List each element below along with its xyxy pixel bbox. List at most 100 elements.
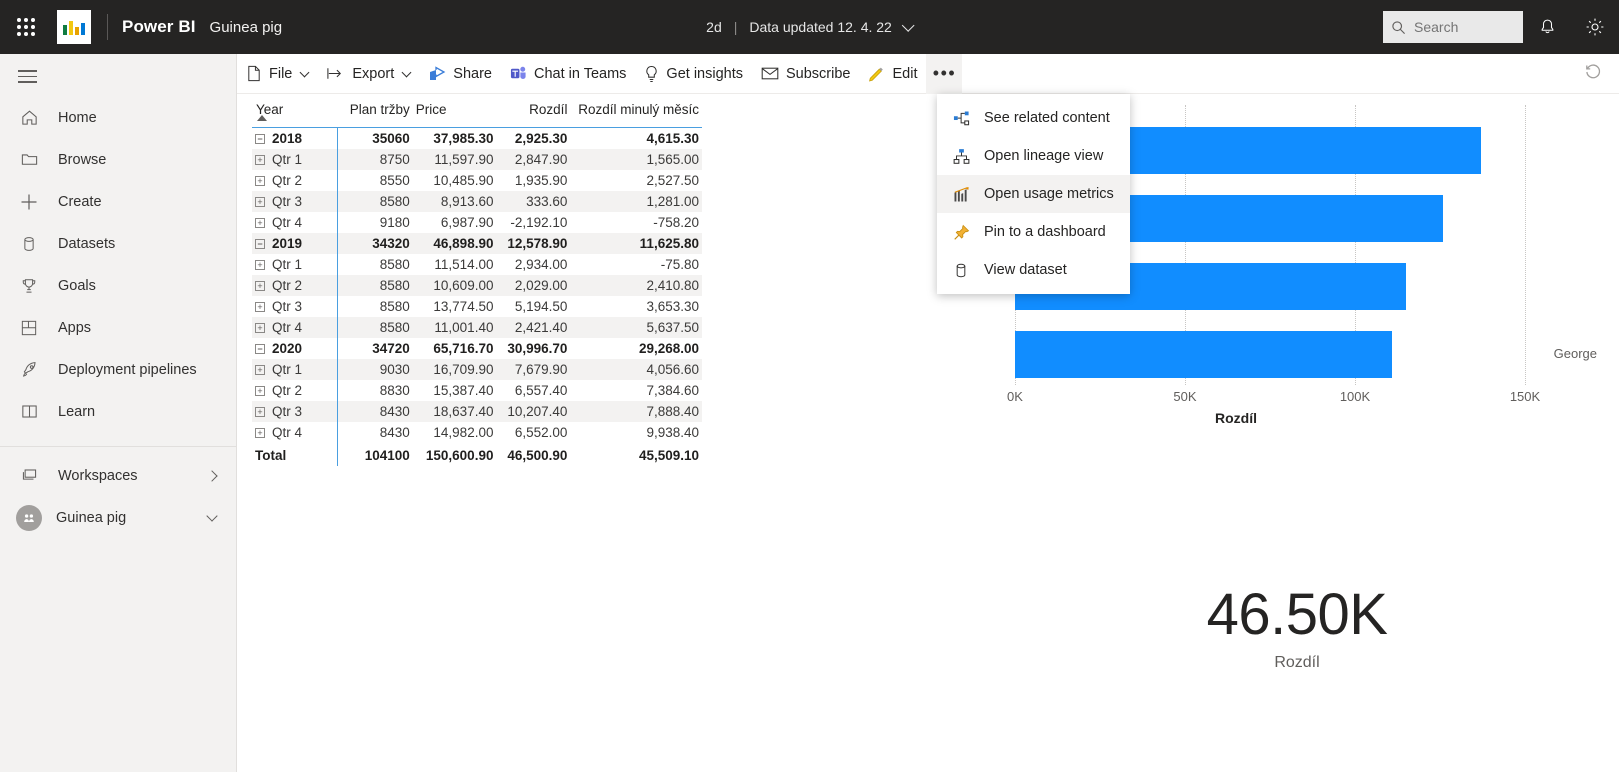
edit-button[interactable]: Edit (859, 54, 926, 94)
table-row[interactable]: + Qtr 3 8430 18,637.40 10,207.40 7,888.40 (252, 401, 702, 422)
table-row[interactable]: + Qtr 2 8550 10,485.90 1,935.90 2,527.50 (252, 170, 702, 191)
sidebar-item-deployment-pipelines[interactable]: Deployment pipelines (0, 349, 236, 391)
cell-year[interactable]: + Qtr 1 (252, 149, 339, 170)
expand-icon[interactable]: + (255, 428, 265, 438)
column-header-plan-trzby[interactable]: Plan tržby (337, 100, 413, 128)
x-axis-tick-label: 150K (1509, 389, 1541, 404)
divider-text: | (733, 19, 738, 35)
cell-year[interactable]: + Qtr 1 (252, 254, 339, 275)
menu-item-view-dataset[interactable]: View dataset (937, 251, 1130, 289)
cell-year[interactable]: + Qtr 1 (252, 359, 339, 380)
table-row[interactable]: −2020 34720 65,716.70 30,996.70 29,268.00 (252, 338, 702, 359)
subscribe-button[interactable]: Subscribe (752, 54, 859, 94)
table-row[interactable]: + Qtr 1 8580 11,514.00 2,934.00 -75.80 (252, 254, 702, 275)
cell-year[interactable]: + Qtr 2 (252, 170, 339, 191)
sidebar-item-workspaces[interactable]: Workspaces (0, 455, 236, 497)
cell-rozdil: 333.60 (496, 191, 571, 212)
search-box[interactable] (1383, 11, 1523, 43)
sidebar-item-current-workspace[interactable]: Guinea pig (0, 497, 236, 539)
menu-item-pin-to-a-dashboard[interactable]: Pin to a dashboard (937, 213, 1130, 251)
row-label: Total (255, 448, 287, 463)
table-row[interactable]: + Qtr 4 8580 11,001.40 2,421.40 5,637.50 (252, 317, 702, 338)
sidebar-item-create[interactable]: Create (0, 181, 236, 223)
chat-in-teams-button[interactable]: Chat in Teams (501, 54, 635, 94)
expand-icon[interactable]: + (255, 260, 265, 270)
chevron-right-icon[interactable] (206, 469, 218, 482)
table-row[interactable]: + Qtr 3 8580 13,774.50 5,194.50 3,653.30 (252, 296, 702, 317)
reset-view-icon[interactable] (1583, 61, 1603, 86)
menu-item-open-lineage-view[interactable]: Open lineage view (937, 137, 1130, 175)
table-row[interactable]: + Qtr 3 8580 8,913.60 333.60 1,281.00 (252, 191, 702, 212)
settings-gear-icon[interactable] (1571, 0, 1619, 54)
table-row[interactable]: −2019 34320 46,898.90 12,578.90 11,625.80 (252, 233, 702, 254)
column-header-price[interactable]: Price (412, 100, 497, 128)
column-header-rozdil-minuly-mesic[interactable]: Rozdíl minulý měsíc (570, 100, 702, 128)
cell-rozdil-minuly-mesic: 3,653.30 (646, 299, 699, 314)
cell-year[interactable]: −2020 (252, 338, 339, 359)
chevron-down-icon[interactable] (206, 509, 218, 522)
kpi-card-visual[interactable]: 46.50K Rozdíl (1097, 584, 1497, 672)
expand-icon[interactable]: + (255, 323, 265, 333)
cell-year[interactable]: + Qtr 4 (252, 212, 339, 233)
expand-icon[interactable]: + (255, 365, 265, 375)
hamburger-menu-icon[interactable] (0, 54, 236, 97)
matrix-visual[interactable]: Year Plan tržby Price Rozdíl Rozdíl minu… (252, 100, 702, 466)
export-label: Export (352, 65, 395, 82)
cell-year[interactable]: + Qtr 2 (252, 275, 339, 296)
notifications-bell-icon[interactable] (1523, 0, 1571, 54)
table-row[interactable]: + Qtr 1 8750 11,597.90 2,847.90 1,565.00 (252, 149, 702, 170)
cell-year[interactable]: + Qtr 2 (252, 380, 339, 401)
table-row[interactable]: + Qtr 4 8430 14,982.00 6,552.00 9,938.40 (252, 422, 702, 443)
expand-icon[interactable]: + (255, 197, 265, 207)
expand-icon[interactable]: + (255, 218, 265, 228)
data-refresh-info[interactable]: 2d | Data updated 12. 4. 22 (706, 18, 915, 35)
table-row[interactable]: + Qtr 2 8830 15,387.40 6,557.40 7,384.60 (252, 380, 702, 401)
cell-year[interactable]: Total (252, 443, 339, 466)
cell-year[interactable]: + Qtr 4 (252, 317, 339, 338)
sidebar-item-goals[interactable]: Goals (0, 265, 236, 307)
export-button[interactable]: Export (317, 54, 419, 94)
row-label: Qtr 1 (272, 362, 303, 377)
sidebar-item-apps[interactable]: Apps (0, 307, 236, 349)
get-insights-button[interactable]: Get insights (635, 54, 752, 94)
cell-year[interactable]: −2018 (252, 127, 339, 149)
cell-year[interactable]: + Qtr 3 (252, 191, 339, 212)
cell-year[interactable]: + Qtr 4 (252, 422, 339, 443)
collapse-icon[interactable]: − (255, 344, 265, 354)
table-row[interactable]: + Qtr 4 9180 6,987.90 -2,192.10 -758.20 (252, 212, 702, 233)
column-header-year[interactable]: Year (252, 100, 338, 128)
collapse-icon[interactable]: − (255, 239, 265, 249)
brand-title[interactable]: Power BI (122, 17, 196, 37)
app-launcher-icon[interactable] (0, 0, 52, 54)
expand-icon[interactable]: + (255, 281, 265, 291)
more-options-button[interactable]: ••• (926, 53, 963, 94)
sidebar-item-datasets[interactable]: Datasets (0, 223, 236, 265)
cell-year[interactable]: + Qtr 3 (252, 296, 339, 317)
table-row[interactable]: + Qtr 1 9030 16,709.90 7,679.90 4,056.60 (252, 359, 702, 380)
expand-icon[interactable]: + (255, 155, 265, 165)
expand-icon[interactable]: + (255, 302, 265, 312)
table-row[interactable]: + Qtr 2 8580 10,609.00 2,029.00 2,410.80 (252, 275, 702, 296)
cell-year[interactable]: + Qtr 3 (252, 401, 339, 422)
cell-plan-trzby: 8830 (379, 383, 410, 398)
search-input[interactable] (1414, 19, 1515, 35)
bar[interactable] (1015, 331, 1393, 378)
share-button[interactable]: Share (419, 54, 501, 94)
expand-icon[interactable]: + (255, 176, 265, 186)
table-row[interactable]: −2018 35060 37,985.30 2,925.30 4,615.30 (252, 127, 702, 149)
expand-icon[interactable]: + (255, 386, 265, 396)
sidebar-item-browse[interactable]: Browse (0, 139, 236, 181)
cell-year[interactable]: −2019 (252, 233, 339, 254)
menu-item-see-related-content[interactable]: See related content (937, 99, 1130, 137)
file-button[interactable]: File (237, 54, 317, 94)
row-label: 2019 (272, 236, 303, 251)
chevron-down-icon[interactable] (901, 18, 915, 32)
report-title[interactable]: Guinea pig (210, 19, 283, 36)
menu-item-open-usage-metrics[interactable]: Open usage metrics (937, 175, 1130, 213)
collapse-icon[interactable]: − (255, 134, 265, 144)
table-row[interactable]: Total 104100 150,600.90 46,500.90 45,509.10 (252, 443, 702, 466)
sidebar-item-home[interactable]: Home (0, 97, 236, 139)
sidebar-item-learn[interactable]: Learn (0, 391, 236, 433)
expand-icon[interactable]: + (255, 407, 265, 417)
column-header-rozdil[interactable]: Rozdíl (496, 100, 571, 128)
